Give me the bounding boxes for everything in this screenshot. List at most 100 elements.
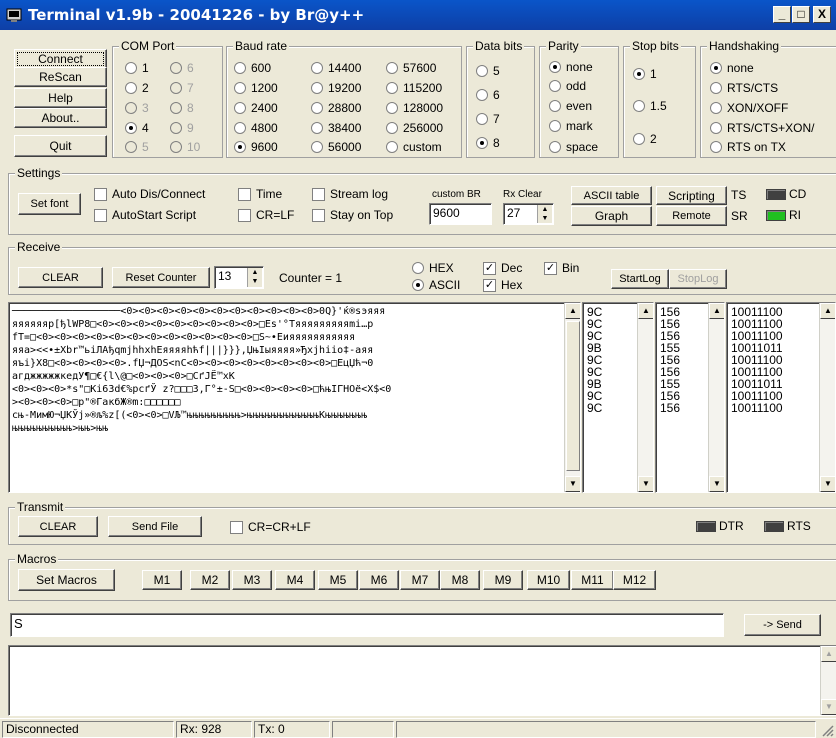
handshake-rts-cts-radio[interactable]: RTS/CTS [710,81,778,95]
stop-bits-1-5-radio[interactable]: 1.5 [633,99,667,113]
stop-bits-2-radio[interactable]: 2 [633,132,657,146]
baud-128000-radio[interactable]: 128000 [386,101,443,115]
com-port-8-radio[interactable]: 8 [170,101,194,115]
com-port-6-radio[interactable]: 6 [170,61,194,75]
start-log-button[interactable]: StartLog [611,269,669,289]
macro-m10-button[interactable]: M10 [527,570,570,590]
scroll-up-arrow[interactable]: ▲ [638,303,653,319]
scroll-up-arrow[interactable]: ▲ [821,646,836,662]
auto-dis-connect-checkbox[interactable]: Auto Dis/Connect [94,187,205,201]
parity-even-radio[interactable]: even [549,99,592,113]
macro-m12-button[interactable]: M12 [613,570,656,590]
baud-14400-radio[interactable]: 14400 [311,61,361,75]
hex-scrollbar[interactable]: ▲ ▼ [637,303,653,492]
set-macros-button[interactable]: Set Macros [18,569,115,591]
baud-4800-radio[interactable]: 4800 [234,121,278,135]
baud-1200-radio[interactable]: 1200 [234,81,278,95]
bin-scrollbar[interactable]: ▲ ▼ [819,303,835,492]
data-bits-6-radio[interactable]: 6 [476,88,500,102]
scroll-down-arrow[interactable]: ▼ [821,699,836,715]
rx-clear-input[interactable]: 27 ▲ ▼ [503,203,554,225]
autostart-script-checkbox[interactable]: AutoStart Script [94,208,196,222]
ascii-mode-radio[interactable]: ASCII [412,278,460,292]
dtr-indicator[interactable]: DTR [696,519,744,533]
receive-hex-pane[interactable]: 9C 9C 9C 9B 9C 9C 9B 9C 9C ▲ ▼ [582,302,654,493]
hex-mode-radio[interactable]: HEX [412,261,454,275]
data-bits-7-radio[interactable]: 7 [476,112,500,126]
scroll-down-arrow[interactable]: ▼ [638,476,653,492]
scroll-thumb[interactable] [566,321,580,471]
scripting-button[interactable]: Scripting [656,186,727,205]
stop-log-button[interactable]: StopLog [669,269,727,289]
reset-counter-button[interactable]: Reset Counter [112,267,210,288]
cr-crlf-checkbox[interactable]: CR=CR+LF [230,520,311,534]
rescan-button[interactable]: ReScan [14,67,107,87]
bin-checkbox[interactable]: ✓ Bin [544,261,579,275]
macro-m2-button[interactable]: M2 [190,570,230,590]
minimize-button[interactable]: _ [773,6,791,23]
ascii-table-button[interactable]: ASCII table [571,186,652,205]
baud-19200-radio[interactable]: 19200 [311,81,361,95]
scroll-down-arrow[interactable]: ▼ [820,476,835,492]
com-port-9-radio[interactable]: 9 [170,121,194,135]
macro-m5-button[interactable]: M5 [318,570,358,590]
receive-bin-pane[interactable]: 10011100 10011100 10011100 10011011 1001… [726,302,836,493]
send-file-button[interactable]: Send File [108,516,202,537]
macro-m11-button[interactable]: M11 [571,570,614,590]
receive-dec-pane[interactable]: 156 156 156 155 156 156 155 156 156 ▲ ▼ [655,302,725,493]
parity-odd-radio[interactable]: odd [549,79,586,93]
parity-none-radio[interactable]: none [549,60,593,74]
scroll-down-arrow[interactable]: ▼ [565,476,580,492]
transmit-log-pane[interactable]: ▲ ▼ [8,645,836,716]
com-port-10-radio[interactable]: 10 [170,140,200,154]
macro-m6-button[interactable]: M6 [359,570,399,590]
com-port-4-radio[interactable]: 4 [125,121,149,135]
help-button[interactable]: Help [14,88,107,108]
counter-spinner[interactable]: ▲ ▼ [247,268,262,287]
title-bar[interactable]: Terminal v1.9b - 20041226 - by Br@y++ _ … [0,0,836,30]
scroll-up-arrow[interactable]: ▲ [709,303,724,319]
baud-57600-radio[interactable]: 57600 [386,61,436,75]
hex-checkbox[interactable]: ✓ Hex [483,278,522,292]
dec-checkbox[interactable]: ✓ Dec [483,261,522,275]
baud-2400-radio[interactable]: 2400 [234,101,278,115]
com-port-1-radio[interactable]: 1 [125,61,149,75]
baud-38400-radio[interactable]: 38400 [311,121,361,135]
receive-clear-button[interactable]: CLEAR [18,267,103,288]
about-button[interactable]: About.. [14,108,107,128]
baud-28800-radio[interactable]: 28800 [311,101,361,115]
macro-m8-button[interactable]: M8 [440,570,480,590]
send-button[interactable]: -> Send [744,614,821,636]
stay-on-top-checkbox[interactable]: Stay on Top [312,208,393,222]
counter-spin-input[interactable]: 13 ▲ ▼ [214,266,264,289]
handshake-rts-on-tx-radio[interactable]: RTS on TX [710,140,786,154]
handshake-xon-xoff-radio[interactable]: XON/XOFF [710,101,788,115]
macro-m1-button[interactable]: M1 [142,570,182,590]
resize-grip-icon[interactable] [820,723,834,737]
baud-256000-radio[interactable]: 256000 [386,121,443,135]
set-font-button[interactable]: Set font [18,193,81,215]
scroll-down-arrow[interactable]: ▼ [709,476,724,492]
time-checkbox[interactable]: Time [238,187,282,201]
com-port-7-radio[interactable]: 7 [170,81,194,95]
cr-lf-checkbox[interactable]: CR=LF [238,208,294,222]
macro-m3-button[interactable]: M3 [232,570,272,590]
scroll-up-arrow[interactable]: ▲ [820,303,835,319]
macro-m4-button[interactable]: M4 [275,570,315,590]
receive-ascii-pane[interactable]: ──────────────────<0><0><0><0><0><0><0><… [8,302,581,493]
macro-m9-button[interactable]: M9 [483,570,523,590]
send-input[interactable]: S [10,613,724,637]
baud-115200-radio[interactable]: 115200 [386,81,442,95]
graph-button[interactable]: Graph [571,206,652,226]
baud-9600-radio[interactable]: 9600 [234,140,278,154]
baud-custom-radio[interactable]: custom [386,140,442,154]
com-port-3-radio[interactable]: 3 [125,101,149,115]
remote-button[interactable]: Remote [656,206,727,226]
stop-bits-1-radio[interactable]: 1 [633,67,657,81]
com-port-2-radio[interactable]: 2 [125,81,149,95]
transmit-scrollbar[interactable]: ▲ ▼ [820,646,836,715]
maximize-button[interactable]: □ [792,6,810,23]
rx-clear-spinner[interactable]: ▲ ▼ [537,205,552,223]
stream-log-checkbox[interactable]: Stream log [312,187,388,201]
handshake-none-radio[interactable]: none [710,61,754,75]
